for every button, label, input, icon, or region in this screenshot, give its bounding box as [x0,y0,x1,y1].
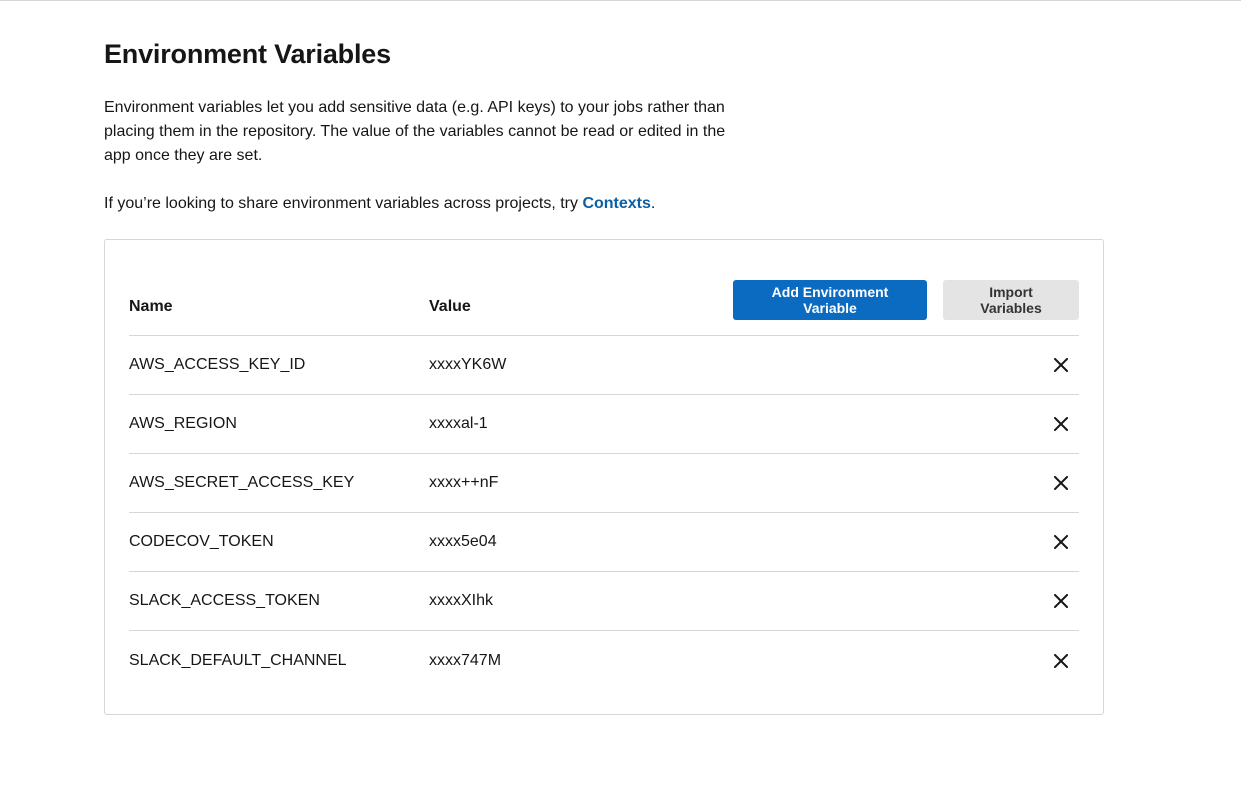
intro-text: Environment variables let you add sensit… [104,99,726,164]
variable-name: CODECOV_TOKEN [129,533,274,550]
table-row: SLACK_ACCESS_TOKEN xxxxXIhk [129,572,1079,631]
add-environment-variable-button[interactable]: Add Environment Variable [733,280,927,320]
table-actions: Add Environment Variable Import Variable… [733,280,1079,320]
share-text: If you’re looking to share environment v… [104,192,1104,216]
close-icon [1054,417,1068,431]
table-body: AWS_ACCESS_KEY_ID xxxxYK6W AWS_REGION xx… [129,336,1079,690]
variable-value: xxxx747M [429,651,502,669]
delete-variable-button[interactable] [1049,353,1073,377]
variable-value: xxxxYK6W [429,356,507,373]
env-vars-card: Name Value Add Environment Variable Impo… [104,239,1104,715]
delete-variable-button[interactable] [1049,471,1073,495]
share-suffix: . [650,195,656,212]
delete-variable-button[interactable] [1049,589,1073,613]
variable-value: xxxx++nF [429,474,499,491]
share-prefix: If you’re looking to share environment v… [104,195,583,212]
variable-value: xxxxXIhk [429,592,494,609]
table-row: AWS_SECRET_ACCESS_KEY xxxx++nF [129,454,1079,513]
table-header: Name Value Add Environment Variable Impo… [129,280,1079,336]
variable-name: SLACK_ACCESS_TOKEN [129,592,320,609]
variable-name: AWS_REGION [129,415,237,432]
close-icon [1054,594,1068,608]
close-icon [1054,653,1068,668]
close-icon [1054,476,1068,490]
name-column-header: Name [129,297,173,315]
value-column-header: Value [429,297,471,315]
delete-variable-button[interactable] [1049,412,1073,436]
table-row: CODECOV_TOKEN xxxx5e04 [129,513,1079,572]
variable-name: AWS_ACCESS_KEY_ID [129,356,306,373]
table-row: AWS_REGION xxxxal-1 [129,395,1079,454]
table-row: SLACK_DEFAULT_CHANNEL xxxx747M [129,631,1079,690]
variable-value: xxxx5e04 [429,533,497,550]
table-row: AWS_ACCESS_KEY_ID xxxxYK6W [129,336,1079,395]
variable-name: AWS_SECRET_ACCESS_KEY [129,474,355,491]
close-icon [1054,535,1068,549]
import-variables-button[interactable]: Import Variables [943,280,1079,320]
main-content: Environment Variables Environment variab… [104,38,1104,715]
contexts-link[interactable]: Contexts [582,195,650,212]
delete-variable-button[interactable] [1049,649,1073,673]
delete-variable-button[interactable] [1049,530,1073,554]
top-divider [0,0,1241,1]
page-title: Environment Variables [104,39,391,69]
variable-name: SLACK_DEFAULT_CHANNEL [129,651,347,669]
close-icon [1054,358,1068,372]
variable-value: xxxxal-1 [429,415,488,432]
env-vars-table: Name Value Add Environment Variable Impo… [129,280,1079,690]
